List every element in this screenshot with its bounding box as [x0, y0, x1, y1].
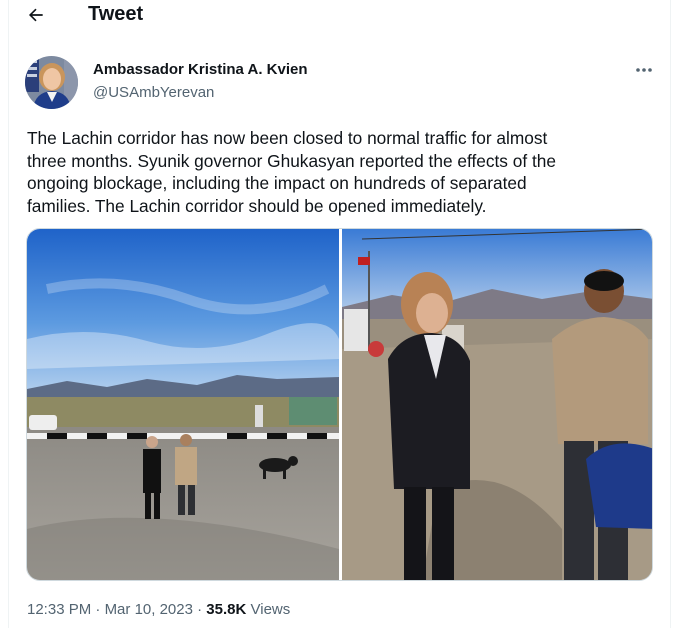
media-grid	[26, 228, 653, 581]
timeline-border-left	[8, 0, 9, 628]
arrow-left-icon	[28, 8, 43, 22]
tweet-text-line: ongoing blockage, including the impact o…	[27, 173, 527, 193]
views-label: Views	[250, 601, 291, 618]
page-title: Tweet	[88, 3, 144, 25]
meta-separator: ·	[197, 601, 203, 618]
photo-right[interactable]	[342, 229, 652, 580]
tweet-text-line: three months. Syunik governor Ghukasyan …	[27, 150, 556, 171]
timeline-border-right	[670, 0, 671, 628]
meta-separator: ·	[95, 601, 101, 618]
back-button[interactable]	[22, 1, 50, 29]
avatar[interactable]	[25, 56, 78, 109]
tweet-text: The Lachin corridor has now been closed …	[27, 127, 647, 217]
views-count: 35.8K	[206, 601, 247, 618]
tweet-text-line: families. The Lachin corridor should be …	[27, 195, 487, 216]
author-handle[interactable]: @USAmbYerevan	[93, 84, 214, 102]
tweet-text-line: The Lachin corridor has now been closed …	[27, 128, 548, 148]
more-options-button[interactable]	[630, 60, 658, 80]
author-name[interactable]: Ambassador Kristina A. Kvien	[93, 61, 308, 79]
tweet-date[interactable]: Mar 10, 2023	[105, 601, 193, 618]
photo-left[interactable]	[27, 229, 339, 580]
tweet-time[interactable]: 12:33 PM	[27, 601, 91, 618]
more-horizontal-icon	[636, 68, 652, 72]
page-header: Tweet	[0, 0, 670, 30]
tweet-meta: 12:33 PM · Mar 10, 2023 · 35.8K Views	[27, 601, 290, 619]
